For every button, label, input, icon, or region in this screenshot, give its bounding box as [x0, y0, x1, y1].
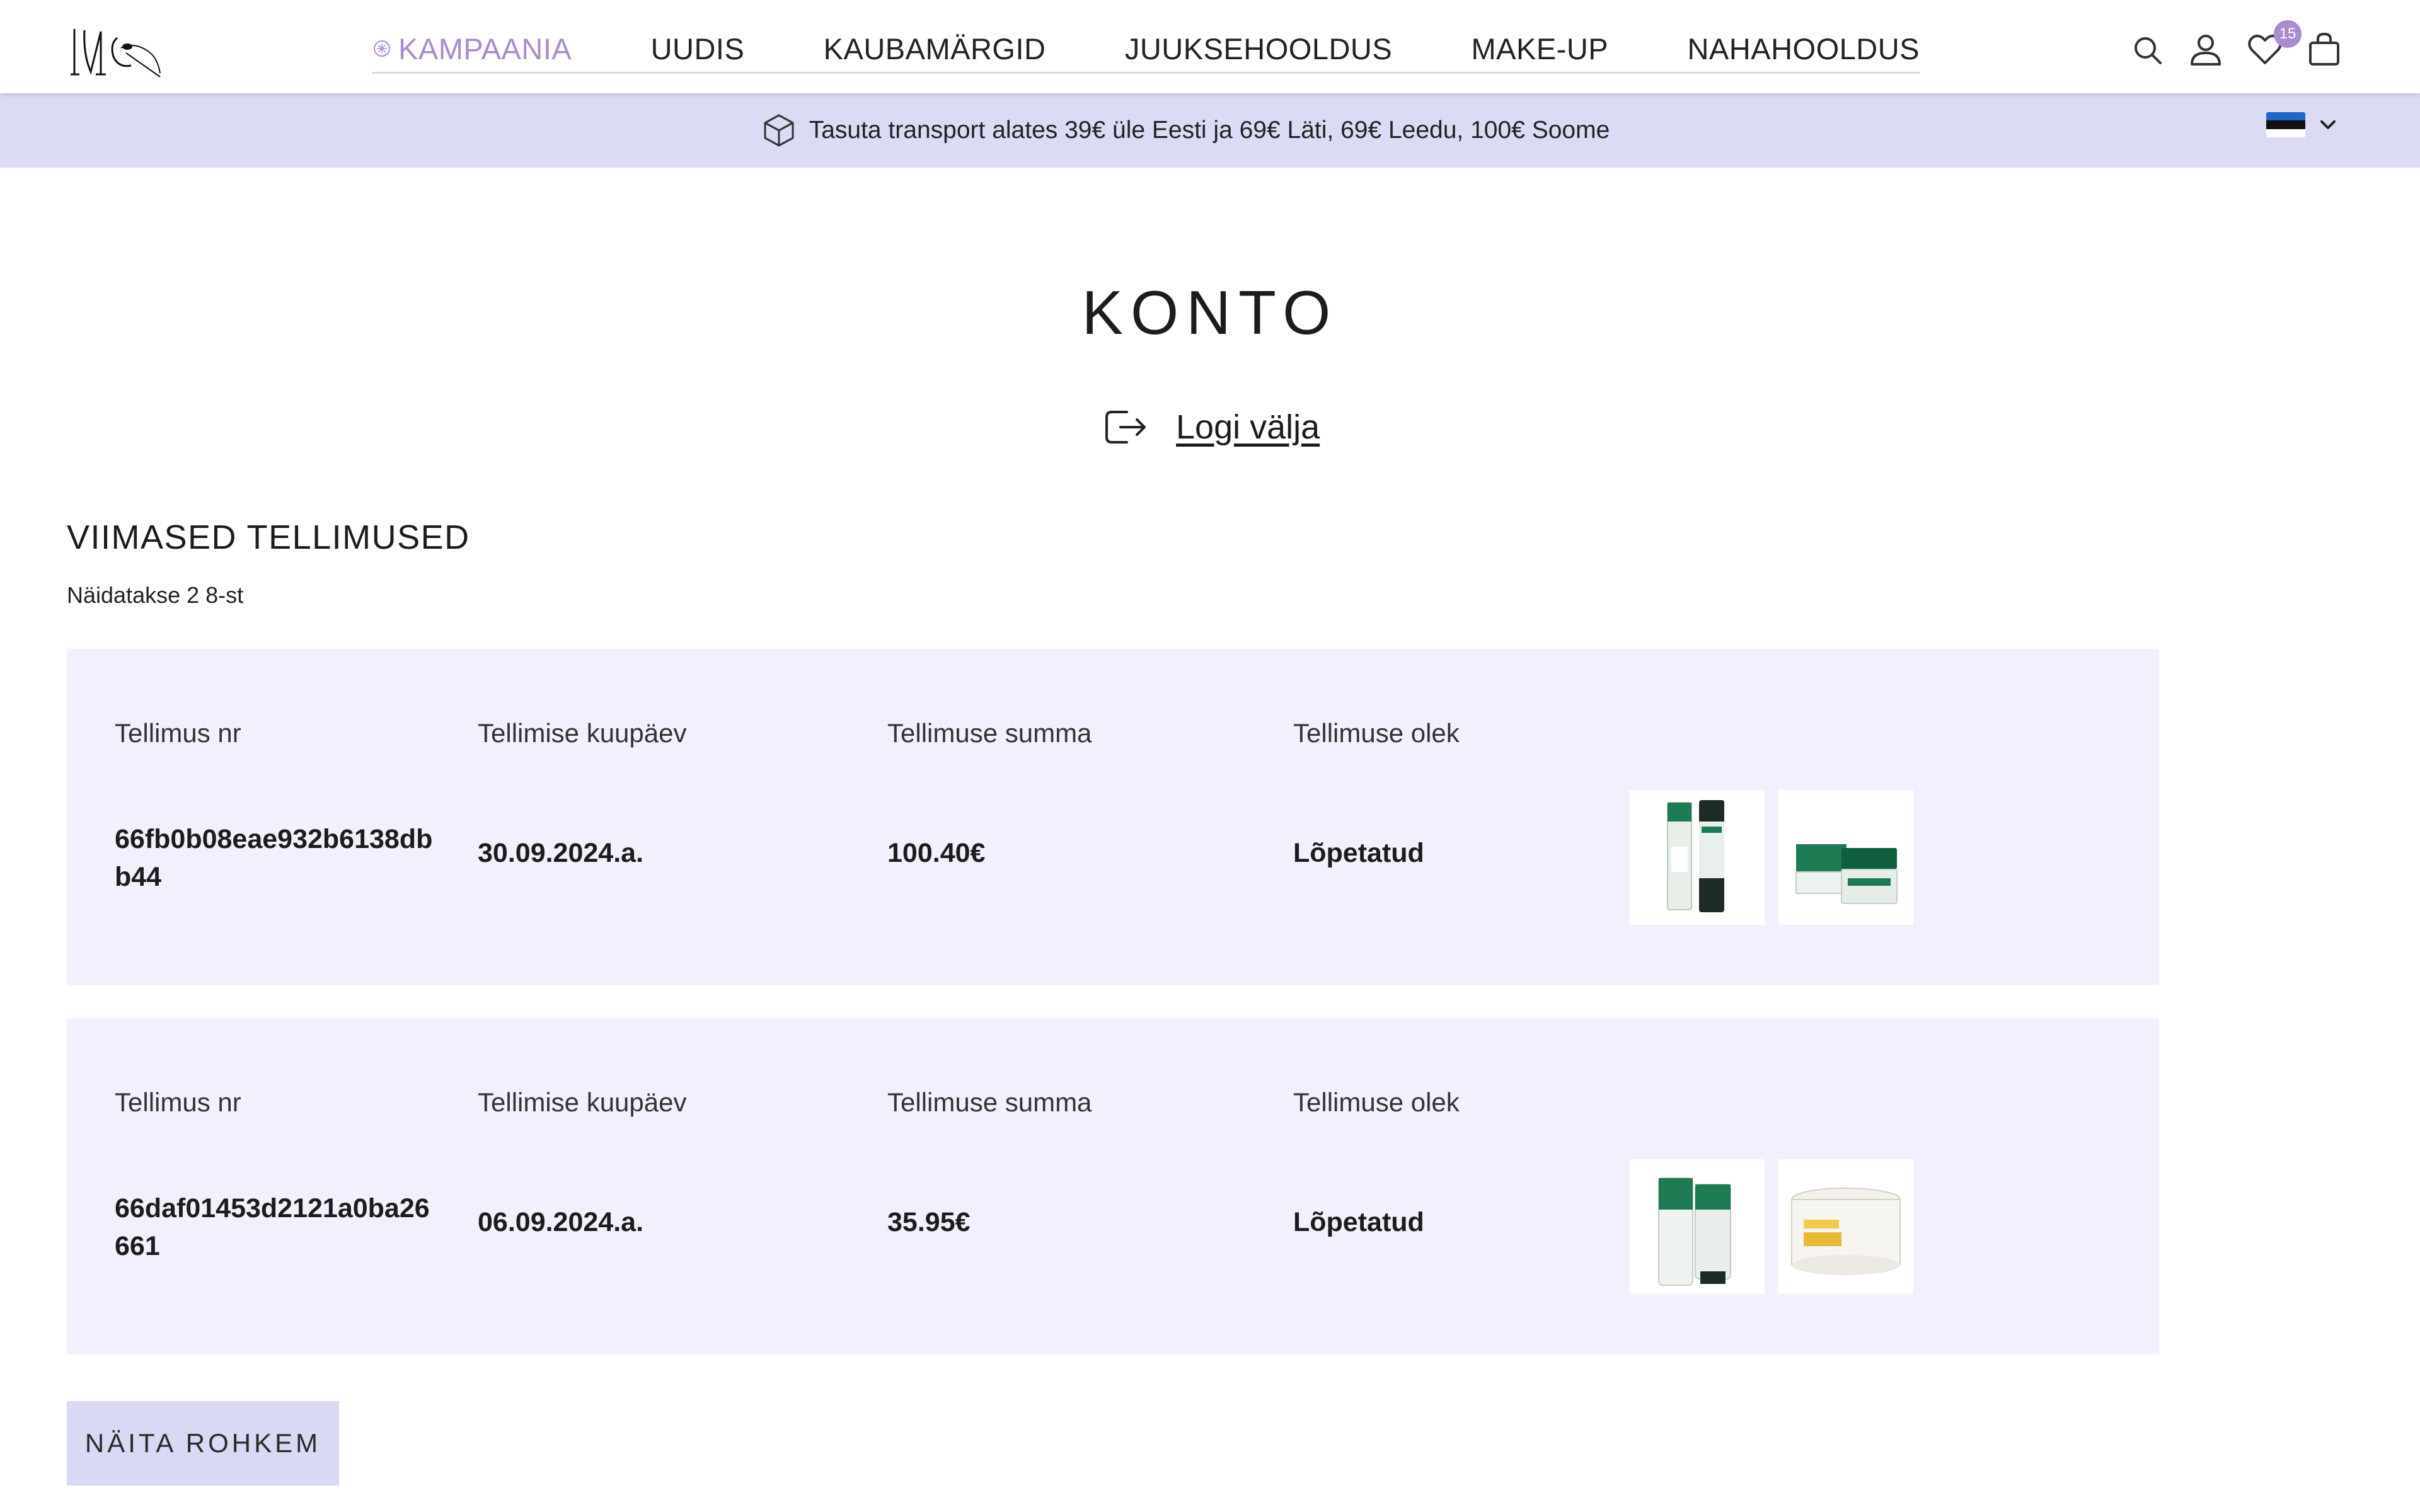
order-number[interactable]: 66fb0b08eae932b6138dbb44	[115, 820, 442, 896]
brand-logo-icon[interactable]	[66, 16, 166, 84]
nav-item-nahahooldus[interactable]: NAHAHOOLDUS	[1687, 32, 1920, 66]
order-card: Tellimus nr Tellimise kuupäev Tellimuse …	[67, 649, 2159, 985]
sparkle-icon	[374, 40, 390, 57]
order-date-label: Tellimise kuupäev	[478, 1087, 687, 1117]
language-selector[interactable]	[2266, 112, 2339, 137]
logout-icon	[1105, 411, 1146, 444]
nav-item-label: MAKE-UP	[1471, 32, 1609, 66]
nav-item-label: KAMPAANIA	[398, 32, 572, 66]
nav-item-uudis[interactable]: UUDIS	[651, 32, 745, 66]
order-total: 100.40€	[887, 838, 986, 868]
shipping-banner: Tasuta transport alates 39€ üle Eesti ja…	[0, 93, 2420, 168]
nav-item-kaubamargid[interactable]: KAUBAMÄRGID	[824, 32, 1046, 66]
order-status-label: Tellimuse olek	[1293, 1087, 1460, 1117]
main-nav: KAMPAANIA UUDIS KAUBAMÄRGID JUUKSEHOOLDU…	[372, 25, 1920, 74]
order-status: Lõpetatud	[1293, 838, 1424, 868]
nav-item-label: JUUKSEHOOLDUS	[1124, 32, 1393, 66]
site-header: KAMPAANIA UUDIS KAUBAMÄRGID JUUKSEHOOLDU…	[0, 0, 2420, 93]
product-thumbnail-cream[interactable]	[1778, 790, 1913, 925]
order-number[interactable]: 66daf01453d2121a0ba26661	[115, 1189, 442, 1265]
search-icon[interactable]	[2129, 32, 2167, 69]
order-total: 35.95€	[887, 1207, 971, 1237]
shipping-message: Tasuta transport alates 39€ üle Eesti ja…	[760, 112, 1610, 149]
shipping-text: Tasuta transport alates 39€ üle Eesti ja…	[809, 117, 1610, 144]
product-thumbnail-pads[interactable]	[1778, 1159, 1913, 1294]
nav-item-label: UUDIS	[650, 32, 745, 66]
order-date-label: Tellimise kuupäev	[478, 718, 687, 748]
order-date: 06.09.2024.a.	[478, 1207, 644, 1237]
nav-item-juuksehooldus[interactable]: JUUKSEHOOLDUS	[1125, 32, 1392, 66]
order-card: Tellimus nr Tellimise kuupäev Tellimuse …	[67, 1018, 2159, 1354]
bag-icon[interactable]	[2305, 30, 2343, 68]
product-thumbnail-cleanser[interactable]	[1630, 1159, 1765, 1294]
results-count: Näidatakse 2 8-st	[67, 582, 244, 608]
order-number-label: Tellimus nr	[115, 718, 241, 748]
user-icon[interactable]	[2187, 30, 2225, 68]
nav-item-label: KAUBAMÄRGID	[823, 32, 1046, 66]
show-more-button[interactable]: NÄITA ROHKEM	[67, 1401, 339, 1486]
order-status-label: Tellimuse olek	[1293, 718, 1460, 748]
nav-item-kampaania[interactable]: KAMPAANIA	[372, 32, 572, 66]
wishlist-count-badge: 15	[2274, 20, 2302, 48]
nav-item-label: NAHAHOOLDUS	[1687, 32, 1920, 66]
order-status: Lõpetatud	[1293, 1207, 1424, 1237]
box-icon	[764, 114, 794, 147]
logout-label: Logi välja	[1176, 408, 1320, 446]
order-total-label: Tellimuse summa	[887, 718, 1092, 748]
nav-item-make-up[interactable]: MAKE-UP	[1472, 32, 1609, 66]
page-title: KONTO	[1081, 278, 1339, 347]
logout-link[interactable]: Logi välja	[1102, 403, 1320, 451]
order-number-label: Tellimus nr	[115, 1087, 241, 1117]
order-date: 30.09.2024.a.	[478, 838, 644, 868]
section-title: VIIMASED TELLIMUSED	[67, 518, 470, 556]
product-thumbnail-toner[interactable]	[1630, 790, 1765, 925]
order-total-label: Tellimuse summa	[887, 1087, 1092, 1117]
chevron-down-icon	[2320, 120, 2336, 129]
estonia-flag-icon	[2266, 112, 2305, 137]
